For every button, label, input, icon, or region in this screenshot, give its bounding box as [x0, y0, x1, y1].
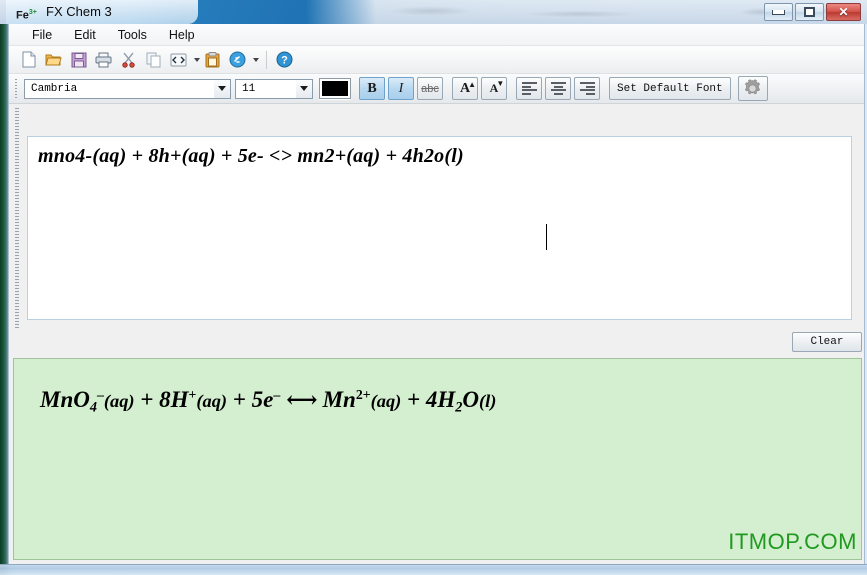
text-caret: [546, 224, 547, 250]
subscript-button[interactable]: A ▼: [481, 77, 507, 100]
eq-h2: H: [437, 387, 456, 412]
eq-state-aq-2: (aq): [196, 391, 228, 411]
superscript-button[interactable]: A ▲: [452, 77, 478, 100]
superscript-marker: ▲: [468, 79, 477, 89]
close-button[interactable]: ✕: [826, 3, 861, 21]
font-size-value: 11: [242, 82, 256, 95]
minimize-icon: [772, 9, 785, 15]
window-title: FX Chem 3: [46, 4, 112, 19]
eq-plus-2: + 5: [227, 387, 264, 412]
cut-scissors-icon[interactable]: [117, 49, 140, 71]
font-family-value: Cambria: [31, 82, 78, 95]
eq-state-liquid: (l): [479, 391, 497, 411]
svg-text:?: ?: [281, 55, 288, 67]
bold-button[interactable]: B: [359, 77, 385, 100]
app-icon-element: Fe: [16, 9, 29, 22]
minimize-button[interactable]: [764, 3, 793, 21]
gear-icon: [745, 79, 761, 95]
strikethrough-button[interactable]: abc: [417, 77, 443, 100]
close-icon: ✕: [838, 5, 849, 19]
app-icon-charge: 3+: [28, 9, 37, 16]
paste-clipboard-icon[interactable]: [201, 49, 224, 71]
set-default-font-button[interactable]: Set Default Font: [609, 77, 731, 100]
text-color-swatch: [322, 81, 348, 96]
formula-input-text: mno4-(aq) + 8h+(aq) + 5e- <> mn2+(aq) + …: [38, 145, 464, 167]
code-brackets-dropdown-arrow[interactable]: [192, 49, 201, 71]
align-left-icon: [521, 82, 537, 95]
font-size-select[interactable]: 11: [235, 78, 313, 99]
text-color-button[interactable]: [319, 78, 351, 99]
main-toolbar: ?: [9, 46, 864, 74]
settings-button[interactable]: [737, 76, 768, 101]
eq-mn-charge: 2+: [355, 387, 371, 402]
app-icon-fe3plus: Fe3+: [16, 5, 42, 22]
italic-button[interactable]: I: [388, 77, 414, 100]
font-family-select[interactable]: Cambria: [24, 78, 231, 99]
menu-bar: File Edit Tools Help: [9, 24, 864, 46]
link-icon[interactable]: [226, 49, 249, 71]
copy-icon[interactable]: [142, 49, 165, 71]
eq-mn: Mn: [322, 387, 356, 412]
eq-plus-1: + 8: [134, 387, 171, 412]
eq-state-aq-1: (aq): [103, 391, 135, 411]
subscript-marker: ▼: [496, 79, 505, 88]
subscript-icon: A ▼: [490, 79, 505, 96]
watermark-text: ITMOP.COM: [728, 529, 857, 554]
menu-tools[interactable]: Tools: [107, 26, 158, 44]
align-right-button[interactable]: [574, 77, 600, 100]
eq-electron: e: [263, 387, 274, 412]
font-size-dropdown-arrow[interactable]: [296, 79, 312, 98]
clear-button[interactable]: Clear: [792, 332, 862, 352]
eq-equilibrium-arrow: ⟷: [286, 388, 317, 412]
menu-help[interactable]: Help: [158, 26, 206, 44]
eq-mno4-subscript: 4: [89, 399, 97, 416]
strikethrough-label: abc: [421, 82, 439, 95]
maximize-icon: [804, 7, 815, 17]
italic-label: I: [398, 80, 404, 96]
save-floppy-icon[interactable]: [67, 49, 90, 71]
align-right-icon: [579, 82, 595, 95]
eq-state-aq-3: (aq): [370, 391, 402, 411]
application-window: Fe3+ FX Chem 3 ✕ File Edit Tools Help ? …: [6, 0, 867, 569]
eq-mno4: MnO: [40, 387, 90, 412]
output-preview-panel: MnO4–(aq) + 8H+(aq) + 5e– ⟷ Mn2+(aq) + 4H2…: [13, 358, 862, 560]
new-document-icon[interactable]: [17, 49, 40, 71]
window-bottom-frame: [0, 564, 867, 575]
help-question-icon[interactable]: ?: [273, 49, 296, 71]
eq-oxygen: O: [462, 387, 480, 412]
code-brackets-icon[interactable]: [167, 49, 190, 71]
maximize-button[interactable]: [795, 3, 824, 21]
editor-panel-grip[interactable]: [15, 108, 19, 330]
toolbar-separator: [266, 50, 267, 69]
menu-file[interactable]: File: [21, 26, 63, 44]
align-center-button[interactable]: [545, 77, 571, 100]
link-dropdown-arrow[interactable]: [251, 49, 260, 71]
superscript-icon: A ▲: [460, 80, 476, 97]
title-bar: Fe3+ FX Chem 3 ✕: [6, 0, 867, 24]
format-toolbar: Cambria 11 B I abc A ▲ A ▼ Set Default F…: [9, 74, 864, 104]
align-center-icon: [550, 82, 566, 95]
editor-panel: mno4-(aq) + 8h+(aq) + 5e- <> mn2+(aq) + …: [9, 104, 864, 354]
bold-label: B: [367, 80, 377, 96]
rendered-equation: MnO4–(aq) + 8H+(aq) + 5e– ⟷ Mn2+(aq) + 4H2…: [40, 387, 496, 417]
menu-edit[interactable]: Edit: [63, 26, 107, 44]
font-family-dropdown-arrow[interactable]: [214, 79, 230, 98]
format-toolbar-grip[interactable]: [15, 78, 19, 99]
client-area: File Edit Tools Help ? Cambria 11 B I ab…: [8, 24, 865, 564]
eq-h: H: [170, 387, 189, 412]
eq-plus-3: + 4: [401, 387, 438, 412]
formula-input[interactable]: mno4-(aq) + 8h+(aq) + 5e- <> mn2+(aq) + …: [27, 136, 852, 320]
open-folder-icon[interactable]: [42, 49, 65, 71]
eq-mno4-charge: –: [96, 387, 104, 402]
align-left-button[interactable]: [516, 77, 542, 100]
print-icon[interactable]: [92, 49, 115, 71]
